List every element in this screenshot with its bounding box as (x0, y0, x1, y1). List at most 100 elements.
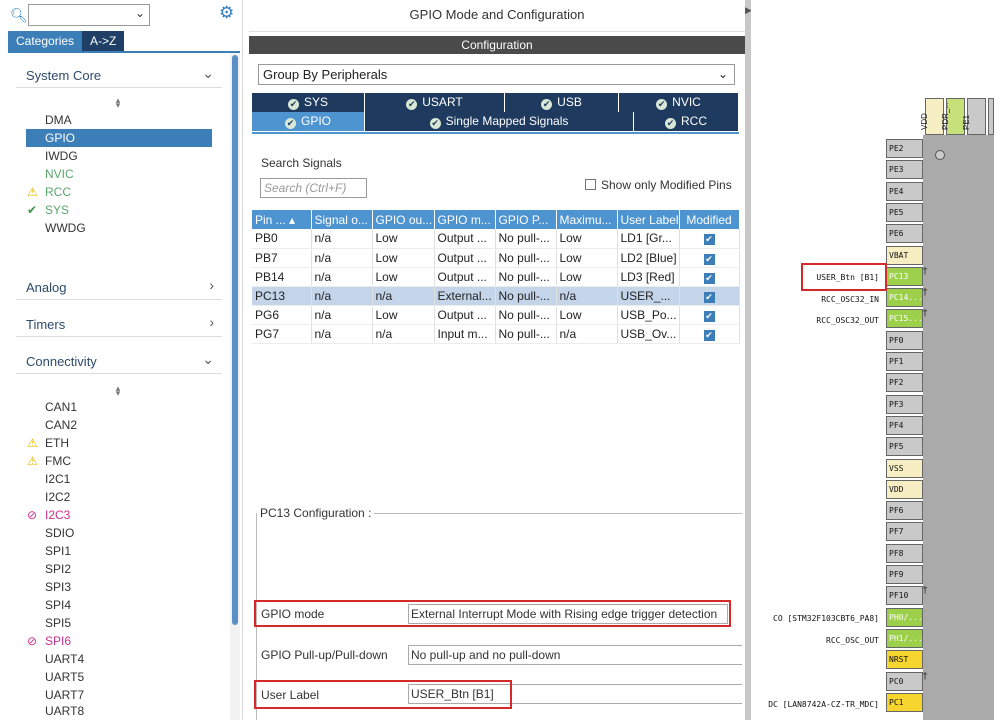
table-cell[interactable]: PG6 (252, 305, 312, 325)
sort-icon[interactable]: ▴ ▾ (113, 384, 123, 398)
chevron-down-icon[interactable]: ⌄ (202, 65, 214, 82)
sidebar-item-rcc[interactable]: ⚠ RCC (26, 183, 212, 201)
pin-vbat[interactable]: VBAT (886, 245, 923, 265)
table-cell[interactable]: n/a (311, 324, 373, 344)
pin-ph1[interactable]: PH1/... (886, 628, 923, 648)
sidebar-item-spi2[interactable]: SPI2 (26, 560, 212, 578)
modified-checkbox[interactable]: ✔ (703, 253, 715, 265)
sidebar-item-i2c1[interactable]: I2C1 (26, 470, 212, 488)
pin-pe4[interactable]: PE4 (886, 181, 923, 201)
sidebar-item-sdio[interactable]: SDIO (26, 524, 212, 542)
table-cell[interactable]: No pull-... (495, 305, 557, 325)
section-system-core[interactable]: System Core ⌄ (16, 62, 222, 88)
table-cell[interactable]: Input m... (434, 324, 496, 344)
section-analog[interactable]: Analog › (16, 274, 222, 300)
group-by-select[interactable]: Group By Peripherals ⌄ (258, 64, 735, 85)
pin-pc13[interactable]: PC13 † (886, 266, 928, 286)
sort-icon[interactable]: ▴ ▾ (113, 96, 123, 110)
sidebar-item-can1[interactable]: CAN1 (26, 398, 212, 416)
table-cell[interactable]: No pull-... (495, 267, 557, 287)
table-cell[interactable]: PB0 (252, 229, 312, 249)
sidebar-item-eth[interactable]: ⚠ ETH (26, 434, 212, 452)
pin-pc14[interactable]: PC14... † (886, 287, 928, 308)
pin-pf0[interactable]: PF0 (886, 330, 923, 350)
table-cell[interactable]: PC13 (252, 286, 312, 306)
table-cell[interactable]: No pull-... (495, 248, 557, 268)
tab-usart[interactable]: ✔ USART (365, 93, 505, 112)
pin-vss[interactable]: VSS (886, 458, 923, 478)
show-modified-checkbox[interactable]: Show only Modified Pins (585, 178, 732, 192)
table-cell[interactable]: Low (372, 305, 435, 325)
modified-checkbox[interactable]: ✔ (703, 329, 715, 341)
table-cell[interactable]: n/a (372, 286, 435, 306)
table-row[interactable]: PC13 n/a n/a External... No pull-... n/a USER_… (252, 286, 740, 306)
pin-vdd[interactable]: VDD (886, 479, 923, 499)
gear-icon[interactable]: ⚙ (219, 3, 234, 23)
modified-checkbox[interactable]: ✔ (703, 272, 715, 284)
tab-a-to-z[interactable]: A->Z (82, 31, 125, 51)
table-cell[interactable]: n/a (372, 324, 435, 344)
table-cell[interactable]: PB14 (252, 267, 312, 287)
chevron-down-icon[interactable]: ⌄ (718, 65, 728, 84)
col-header-user-label[interactable]: User Label (617, 210, 680, 229)
table-row[interactable]: PG6 n/a Low Output ... No pull-... Low USB_Po.… (252, 305, 740, 325)
pin-pf6[interactable]: PF6 (886, 501, 923, 521)
sidebar-item-uart4[interactable]: UART4 (26, 650, 212, 668)
col-header-modified[interactable]: Modified (679, 210, 740, 229)
table-cell[interactable]: n/a (311, 229, 373, 249)
tab-nvic[interactable]: ✔ NVIC (619, 93, 739, 112)
sidebar-item-wwdg[interactable]: WWDG (26, 219, 212, 237)
table-cell[interactable]: n/a (311, 248, 373, 268)
table-cell[interactable]: LD1 [Gr... (617, 229, 680, 249)
table-cell[interactable]: USB_Po... (617, 305, 680, 325)
sidebar-item-uart5[interactable]: UART5 (26, 668, 212, 686)
table-cell[interactable]: n/a (556, 324, 618, 344)
table-cell[interactable]: PB7 (252, 248, 312, 268)
pin-pf8[interactable]: PF8 (886, 543, 923, 563)
section-connectivity[interactable]: Connectivity ⌄ (16, 348, 222, 374)
pin-pf7[interactable]: PF7 (886, 522, 923, 542)
pin-ph0[interactable]: PH0/... (886, 607, 923, 627)
top-pin-pe1[interactable]: PE1 (962, 98, 986, 135)
chevron-down-icon[interactable]: ⌄ (135, 6, 145, 20)
table-cell[interactable]: Output ... (434, 248, 496, 268)
modified-checkbox[interactable]: ✔ (703, 234, 715, 246)
table-cell[interactable]: No pull-... (495, 229, 557, 249)
sidebar-item-gpio[interactable]: GPIO (26, 129, 212, 147)
sidebar-item-fmc[interactable]: ⚠ FMC (26, 452, 212, 470)
checkbox-box[interactable] (585, 179, 596, 190)
col-header-gpio-pull[interactable]: GPIO P... (495, 210, 557, 229)
pin-pe6[interactable]: PE6 (886, 224, 923, 244)
col-header-gpio-output[interactable]: GPIO ou... (372, 210, 435, 229)
table-cell[interactable]: USER_... (617, 286, 680, 306)
chevron-right-icon[interactable]: › (209, 277, 214, 293)
pin-pe5[interactable]: PE5 (886, 202, 923, 222)
table-cell[interactable]: Low (556, 267, 618, 287)
pin-pe2[interactable]: PE2 (886, 139, 923, 158)
sidebar-item-nvic[interactable]: NVIC (26, 165, 212, 183)
table-cell[interactable]: Output ... (434, 267, 496, 287)
sidebar-item-spi5[interactable]: SPI5 (26, 614, 212, 632)
tab-single-mapped-signals[interactable]: ✔ Single Mapped Signals (365, 112, 634, 131)
pin-pc1[interactable]: PC1 (886, 692, 923, 712)
sidebar-item-i2c3[interactable]: ⊘ I2C3 (26, 506, 212, 524)
table-cell[interactable]: Low (372, 267, 435, 287)
table-cell[interactable]: USB_Ov... (617, 324, 680, 344)
table-cell[interactable]: LD3 [Red] (617, 267, 680, 287)
table-cell[interactable]: Low (372, 229, 435, 249)
sidebar-item-uart8[interactable]: UART8 (26, 702, 212, 720)
table-row[interactable]: PB14 n/a Low Output ... No pull-... Low LD3 [R… (252, 267, 740, 287)
sidebar-item-dma[interactable]: DMA (26, 111, 212, 129)
top-pin-partial[interactable] (988, 98, 994, 135)
sidebar-item-spi4[interactable]: SPI4 (26, 596, 212, 614)
table-cell[interactable]: LD2 [Blue] (617, 248, 680, 268)
sidebar-item-spi3[interactable]: SPI3 (26, 578, 212, 596)
table-cell[interactable]: PG7 (252, 324, 312, 344)
pin-pc0[interactable]: PC0 † (886, 671, 928, 691)
tab-gpio[interactable]: ✔ GPIO (252, 112, 365, 131)
sidebar-item-sys[interactable]: ✔ SYS (26, 201, 212, 219)
col-header-gpio-mode[interactable]: GPIO m... (434, 210, 496, 229)
col-header-max-speed[interactable]: Maximu... (556, 210, 618, 229)
table-cell[interactable]: n/a (311, 305, 373, 325)
modified-checkbox[interactable]: ✔ (703, 310, 715, 322)
